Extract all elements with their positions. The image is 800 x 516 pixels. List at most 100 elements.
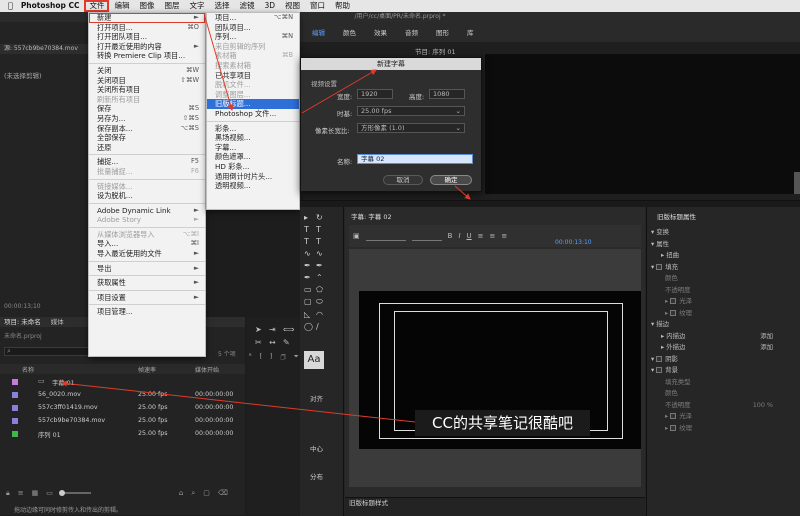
new-menu-item[interactable]: 字幕... [207, 143, 299, 153]
menu-file[interactable]: 文件 [84, 0, 110, 12]
selection-tool-icon[interactable]: ➤ [255, 325, 269, 334]
lock-icon[interactable]: 🔒︎ [6, 489, 10, 498]
par-select[interactable]: 方形像素 (1.0) ⌄ [357, 123, 465, 133]
menu-window[interactable]: 窗口 [305, 0, 330, 12]
file-menu-item[interactable]: 转换 Premiere Clip 项目... [89, 51, 205, 61]
col-fps[interactable]: 帧速率 [138, 365, 156, 374]
file-menu-item[interactable]: 关闭项目 ⇧⌘W [89, 76, 205, 86]
file-menu-item[interactable]: 捕捉... F5 [89, 157, 205, 167]
ripple-edit-icon[interactable]: ⟺ [283, 325, 297, 334]
select-tool-icon[interactable]: ▸ [304, 213, 316, 222]
menu-image[interactable]: 图像 [134, 0, 159, 12]
new-menu-item[interactable]: 序列... ⌘N [207, 32, 299, 42]
tab-effects[interactable]: 效果 [374, 27, 387, 37]
vertical-area-type-icon[interactable]: T [316, 237, 328, 246]
menu-3d[interactable]: 3D [259, 0, 280, 12]
new-menu-item[interactable]: 透明视频... [207, 181, 299, 191]
prop-checkbox[interactable] [656, 367, 663, 373]
new-menu-item[interactable]: Photoshop 文件... [207, 109, 299, 119]
prop-row[interactable]: ▾ 属性 [651, 239, 797, 251]
align-center-icon[interactable]: ≡ [490, 232, 496, 240]
new-item-icon[interactable]: ▢ [203, 489, 210, 497]
vertical-type-icon[interactable]: T [304, 237, 316, 246]
prop-checkbox[interactable] [670, 424, 677, 431]
file-menu-item[interactable]: 关闭所有项目 [89, 85, 205, 95]
italic-icon[interactable]: I [458, 232, 460, 240]
prop-value[interactable]: 添加 [760, 342, 773, 354]
rounded-rect-icon[interactable]: ▢ [304, 297, 316, 307]
prop-value[interactable]: 100 % [753, 400, 773, 412]
file-menu-item[interactable]: 新建 ► [89, 13, 205, 23]
tab-edit[interactable]: 编辑 [312, 27, 325, 37]
new-menu-item[interactable]: HD 彩条... [207, 162, 299, 172]
file-menu-item[interactable]: 项目设置 ► [89, 293, 205, 303]
rounded-corner-icon[interactable]: ⬭ [316, 297, 328, 307]
vertical-path-type-icon[interactable]: ∿ [316, 249, 328, 258]
file-menu-item[interactable]: 打开团队项目... [89, 32, 205, 42]
prop-row[interactable]: ▸ 纹理 [651, 308, 797, 320]
clipped-rect-icon[interactable]: ⬠ [316, 285, 328, 294]
list-view-icon[interactable]: ≡ [18, 489, 24, 497]
freeform-view-icon[interactable]: ▭ [46, 489, 53, 497]
new-menu-item[interactable]: 颜色遮罩... [207, 152, 299, 162]
title-tab[interactable]: 字幕: 字幕 02 [351, 211, 392, 221]
tab-graphics[interactable]: 图形 [436, 27, 449, 37]
bold-icon[interactable]: B [448, 232, 453, 240]
project-row[interactable]: 序列 01 25.00 fps 00:00:00:00 [0, 428, 245, 441]
new-bin-icon[interactable]: ⌂ [179, 489, 183, 497]
apple-icon[interactable]:  [0, 0, 21, 12]
razor-icon[interactable]: ✂ [255, 338, 269, 347]
new-menu-item[interactable]: 彩条... [207, 124, 299, 134]
find-icon[interactable]: ⌕ [191, 489, 195, 498]
new-menu-item[interactable]: 通用倒计时片头... [207, 172, 299, 182]
prop-row[interactable]: 不透明度 [651, 285, 797, 297]
zoom-slider[interactable] [58, 490, 91, 496]
area-type-icon[interactable]: T [316, 225, 328, 234]
align-right-icon[interactable]: ≡ [501, 232, 507, 240]
prop-row[interactable]: ▾ 填充 [651, 262, 797, 274]
menu-filter[interactable]: 滤镜 [234, 0, 259, 12]
font-style-select[interactable] [411, 232, 442, 241]
prop-checkbox[interactable] [670, 298, 677, 304]
pen-icon[interactable]: ✎ [283, 338, 297, 347]
new-menu-item[interactable]: 黑场视频... [207, 133, 299, 143]
file-menu-item[interactable]: 打开最近使用的内容 ► [89, 42, 205, 52]
width-input[interactable]: 1920 [357, 89, 393, 99]
prop-row[interactable]: ▸ 外描边 添加 [651, 342, 797, 354]
prop-row[interactable]: 颜色 [651, 388, 797, 400]
file-menu-item[interactable]: 获取属性 ► [89, 278, 205, 288]
prop-row[interactable]: ▾ 背景 [651, 365, 797, 377]
file-menu-item[interactable]: 导入最近使用的文件 ► [89, 249, 205, 259]
font-family-select[interactable] [365, 232, 406, 241]
delete-icon[interactable]: ⌫ [218, 489, 228, 497]
prop-value[interactable]: 添加 [760, 331, 773, 343]
prop-row[interactable]: ▸ 扭曲 [651, 250, 797, 262]
name-input[interactable]: 字幕 02 [357, 154, 473, 164]
cancel-button[interactable]: 取消 [383, 175, 423, 185]
prop-row[interactable]: ▸ 光泽 [651, 296, 797, 308]
menu-edit[interactable]: 编辑 [109, 0, 134, 12]
prop-row[interactable]: ▾ 变换 [651, 227, 797, 239]
file-menu-item[interactable]: 全部保存 [89, 133, 205, 143]
align-left-icon[interactable]: ≡ [478, 232, 484, 240]
col-name[interactable]: 名称 [22, 365, 34, 374]
wedge-tool-icon[interactable]: ◺ [304, 310, 316, 319]
slip-icon[interactable]: ↔ [269, 338, 283, 347]
scrollbar[interactable] [794, 172, 800, 194]
prop-checkbox[interactable] [670, 309, 677, 316]
arc-tool-icon[interactable]: ◠ [316, 310, 328, 319]
file-menu-item[interactable]: 项目管理... [89, 307, 205, 317]
project-row[interactable]: 557c3ff01419.mov 25.00 fps 00:00:00:00 [0, 402, 245, 415]
menu-view[interactable]: 视图 [280, 0, 305, 12]
ok-button[interactable]: 确定 [430, 175, 472, 185]
prop-row[interactable]: ▸ 内描边 添加 [651, 331, 797, 343]
file-menu-item[interactable]: 关闭 ⌘W [89, 66, 205, 76]
icon-view-icon[interactable]: ▦ [32, 489, 39, 497]
file-menu-item[interactable]: 导出 ► [89, 264, 205, 274]
menu-type[interactable]: 文字 [184, 0, 209, 12]
label-color-swatch[interactable] [12, 431, 18, 437]
line-tool-icon[interactable]: ∕ [316, 322, 328, 331]
tab-audio[interactable]: 音频 [405, 27, 418, 37]
delete-anchor-icon[interactable]: ✒ [316, 261, 328, 270]
add-anchor-icon[interactable]: ✒ [304, 273, 316, 282]
